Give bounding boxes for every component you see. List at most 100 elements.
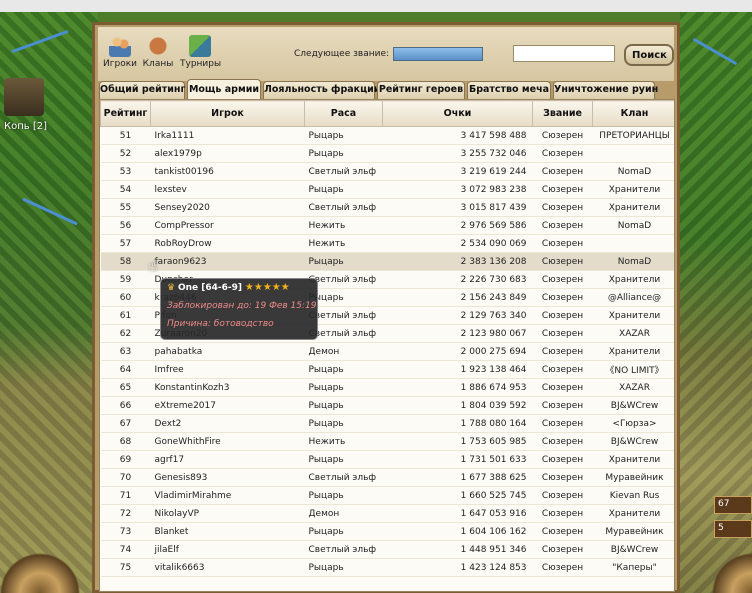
cell-title: Сюзерен [532, 342, 593, 361]
cell-title: Сюзерен [532, 558, 593, 577]
table-row[interactable]: 57 RobRoyDrow Нежить 2 534 090 069 Сюзерен [100, 234, 674, 253]
cell-player[interactable]: KonstantinKozh3 [150, 378, 305, 397]
cell-player[interactable]: NikolayVP [150, 504, 305, 523]
cell-clan[interactable]: NomaD [592, 252, 674, 271]
cell-points: 3 255 732 046 [382, 144, 533, 163]
cell-race: Светлый эльф [304, 468, 383, 487]
header-title[interactable]: Звание [532, 100, 593, 127]
table-row[interactable]: 58 faraon9623 Рыцарь 2 383 136 208 Сюзерен No… [100, 252, 674, 271]
table-row[interactable]: 73 Blanket Рыцарь 1 604 106 162 Сюзерен Мурав… [100, 522, 674, 541]
cell-player[interactable]: RobRoyDrow [150, 234, 305, 253]
cell-clan[interactable]: Хранители [592, 504, 674, 523]
header-rank[interactable]: Рейтинг [100, 100, 151, 127]
cell-player[interactable]: Irka1111 [150, 126, 305, 145]
map-castle[interactable] [4, 78, 44, 116]
players-nav-button[interactable]: Игроки [100, 35, 140, 69]
cell-clan[interactable] [592, 144, 674, 163]
header-points[interactable]: Очки [382, 100, 533, 127]
header-clan[interactable]: Клан [592, 100, 674, 127]
tab-army-power[interactable]: Мощь армии [187, 79, 261, 99]
cell-clan[interactable]: BJ&WCrew [592, 540, 674, 559]
cell-clan[interactable]: NomaD [592, 162, 674, 181]
cell-clan[interactable]: Хранители [592, 342, 674, 361]
map-control-2[interactable]: 5 [714, 520, 752, 538]
cell-clan[interactable]: Хранители [592, 306, 674, 325]
table-row[interactable]: 69 agrf17 Рыцарь 1 731 501 633 Сюзерен Хранит… [100, 450, 674, 469]
cell-clan[interactable] [592, 234, 674, 253]
header-player[interactable]: Игрок [150, 100, 305, 127]
table-row[interactable]: 70 Genesis893 Светлый эльф 1 677 388 625 Сюз… [100, 468, 674, 487]
cell-player[interactable]: VladimirMirahme [150, 486, 305, 505]
cell-clan[interactable]: "Каперы" [592, 558, 674, 577]
cell-player[interactable]: Imfree [150, 360, 305, 379]
star-icon: ★ [280, 282, 290, 293]
cell-player[interactable]: pahabatka [150, 342, 305, 361]
cell-player[interactable]: CompPressor [150, 216, 305, 235]
table-row[interactable]: 53 tankist00196 Светлый эльф 3 219 619 244 С… [100, 162, 674, 181]
table-row[interactable]: 68 GoneWhithFire Нежить 1 753 605 985 Сюзере… [100, 432, 674, 451]
map-control-1[interactable]: 67 [714, 496, 752, 514]
cell-race: Рыцарь [304, 360, 383, 379]
clans-nav-button[interactable]: Кланы [138, 35, 178, 69]
header-race[interactable]: Раса [304, 100, 383, 127]
cell-clan[interactable]: Хранители [592, 450, 674, 469]
cell-clan[interactable]: BJ&WCrew [592, 432, 674, 451]
cell-clan[interactable]: XAZAR [592, 324, 674, 343]
cell-clan[interactable]: NomaD [592, 216, 674, 235]
table-row[interactable]: 52 alex1979p Рыцарь 3 255 732 046 Сюзерен [100, 144, 674, 163]
cell-player[interactable]: alex1979p [150, 144, 305, 163]
cell-player[interactable]: Sensey2020 [150, 198, 305, 217]
cell-clan[interactable]: Хранители [592, 180, 674, 199]
table-row[interactable]: 66 eXtreme2017 Рыцарь 1 804 039 592 Сюзерен B… [100, 396, 674, 415]
search-input[interactable] [513, 45, 615, 62]
table-row[interactable]: 74 jilaElf Светлый эльф 1 448 951 346 Сюзере… [100, 540, 674, 559]
cell-clan[interactable]: <Гюрза> [592, 414, 674, 433]
cell-clan[interactable]: BJ&WCrew [592, 396, 674, 415]
cell-race: Рыцарь [304, 126, 383, 145]
cell-race: Рыцарь [304, 396, 383, 415]
cell-rank: 74 [100, 540, 151, 559]
tab-general-rating[interactable]: Общий рейтинг [99, 81, 185, 99]
table-row[interactable]: 54 lexstev Рыцарь 3 072 983 238 Сюзерен Храни… [100, 180, 674, 199]
cell-points: 1 677 388 625 [382, 468, 533, 487]
cell-player[interactable]: lexstev [150, 180, 305, 199]
cell-clan[interactable]: Kievan Rus [592, 486, 674, 505]
cell-player[interactable]: Genesis893 [150, 468, 305, 487]
cell-clan[interactable]: Хранители [592, 270, 674, 289]
cell-clan[interactable]: Муравейник [592, 522, 674, 541]
cell-player[interactable]: agrf17 [150, 450, 305, 469]
cell-player[interactable]: faraon9623 [150, 252, 305, 271]
table-row[interactable]: 55 Sensey2020 Светлый эльф 3 015 817 439 Сюз… [100, 198, 674, 217]
table-row[interactable]: 63 pahabatka Демон 2 000 275 694 Сюзерен Хран… [100, 342, 674, 361]
cell-points: 1 423 124 853 [382, 558, 533, 577]
cell-clan[interactable]: XAZAR [592, 378, 674, 397]
cell-clan[interactable]: Муравейник [592, 468, 674, 487]
cell-clan[interactable]: 《NO LIMIT》 [592, 360, 674, 379]
cell-title: Сюзерен [532, 198, 593, 217]
cell-clan[interactable]: @Alliance@ [592, 288, 674, 307]
table-row[interactable]: 51 Irka1111 Рыцарь 3 417 598 488 Сюзерен ПРЕТ… [100, 126, 674, 145]
cell-player[interactable]: vitalik6663 [150, 558, 305, 577]
table-row[interactable]: 72 NikolayVP Демон 1 647 053 916 Сюзерен Хран… [100, 504, 674, 523]
tournaments-nav-button[interactable]: Турниры [180, 35, 221, 69]
cell-player[interactable]: tankist00196 [150, 162, 305, 181]
table-row[interactable]: 56 CompPressor Нежить 2 976 569 586 Сюзерен N… [100, 216, 674, 235]
table-row[interactable]: 65 KonstantinKozh3 Рыцарь 1 886 674 953 Сюзе… [100, 378, 674, 397]
table-row[interactable]: 71 VladimirMirahme Рыцарь 1 660 525 745 Сюзе… [100, 486, 674, 505]
cell-points: 3 015 817 439 [382, 198, 533, 217]
cell-clan[interactable]: ПРЕТОРИАНЦЫ [592, 126, 674, 145]
table-row[interactable]: 64 Imfree Рыцарь 1 923 138 464 Сюзерен 《NO LI… [100, 360, 674, 379]
table-row[interactable]: 67 Dext2 Рыцарь 1 788 080 164 Сюзерен <Гюрза> [100, 414, 674, 433]
cell-player[interactable]: Dext2 [150, 414, 305, 433]
search-button[interactable]: Поиск [624, 44, 674, 66]
tab-hero-rating[interactable]: Рейтинг героев [377, 81, 465, 99]
tab-faction-loyalty[interactable]: Лояльность фракции [263, 81, 380, 99]
tab-sword-brotherhood[interactable]: Братство меча [467, 81, 551, 99]
cell-player[interactable]: Blanket [150, 522, 305, 541]
cell-player[interactable]: eXtreme2017 [150, 396, 305, 415]
cell-player[interactable]: jilaElf [150, 540, 305, 559]
cell-player[interactable]: GoneWhithFire [150, 432, 305, 451]
table-row[interactable]: 75 vitalik6663 Рыцарь 1 423 124 853 Сюзерен "… [100, 558, 674, 577]
cell-clan[interactable]: Хранители [592, 198, 674, 217]
tab-ruins-destruction[interactable]: Уничтожение руин [553, 81, 658, 99]
